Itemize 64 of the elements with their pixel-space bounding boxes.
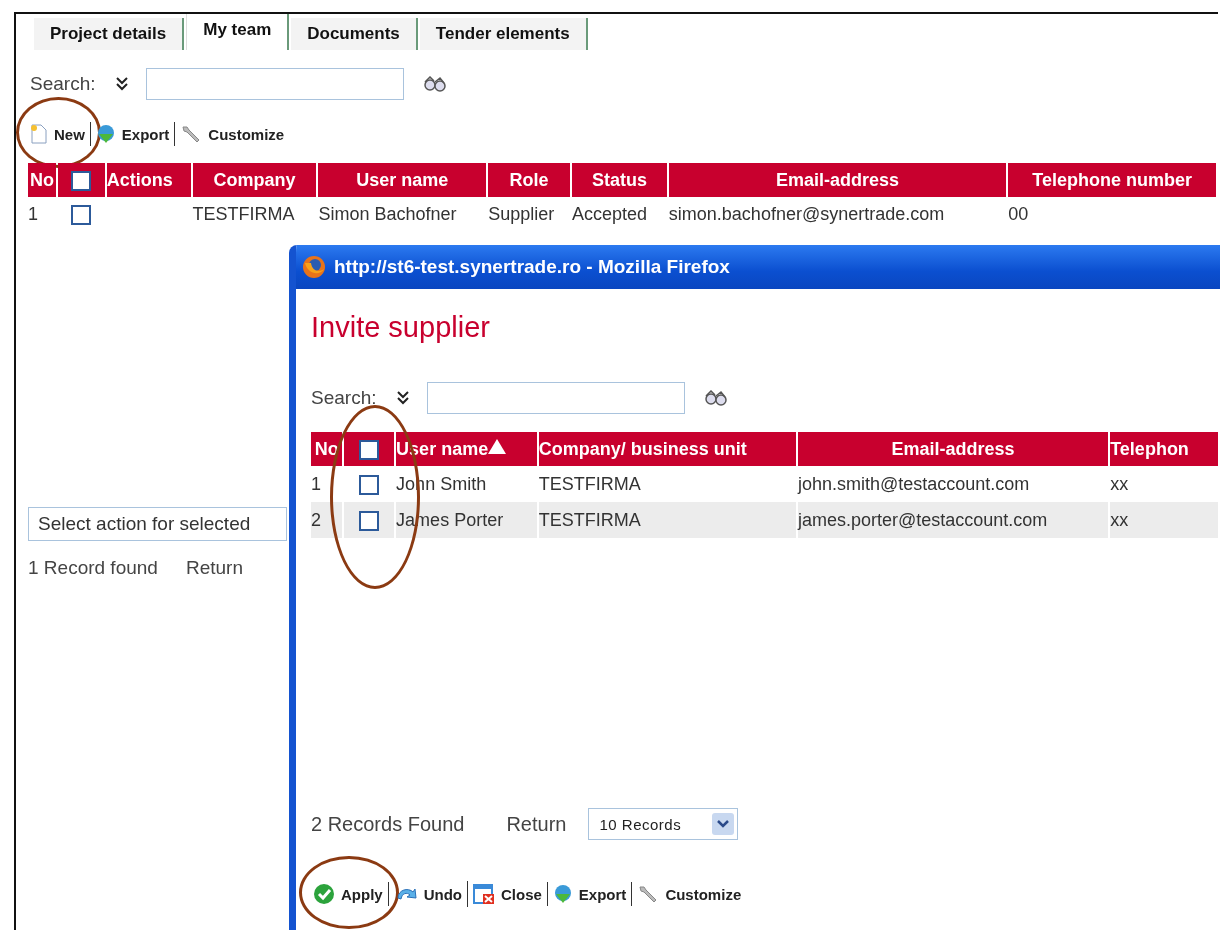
new-button[interactable]: New: [28, 122, 87, 146]
tab[interactable]: Tender elements: [419, 18, 588, 50]
search-label: Search:: [30, 73, 97, 95]
column-header[interactable]: Email-address: [797, 432, 1109, 466]
tab[interactable]: Documents: [291, 18, 418, 50]
binoculars-icon: [422, 76, 448, 92]
select-all-checkbox[interactable]: [359, 439, 380, 460]
column-header[interactable]: Company/ business unit: [538, 432, 796, 466]
tab[interactable]: Project details: [34, 18, 185, 50]
binoculars-icon: [703, 390, 729, 406]
window-title: http://st6-test.synertrade.ro - Mozilla Firefox: [334, 256, 730, 278]
check-icon: [313, 883, 335, 905]
export-button[interactable]: Export: [550, 882, 629, 906]
action-select[interactable]: Select action for selected: [28, 507, 287, 541]
table-cell: 00: [1008, 203, 1029, 224]
page-size-select[interactable]: 10 Records: [588, 808, 739, 840]
customize-button[interactable]: Customize: [635, 882, 744, 906]
search-field[interactable]: [146, 68, 404, 100]
browser-logo-icon: [302, 255, 326, 279]
column-header[interactable]: User name: [318, 163, 487, 197]
column-header[interactable]: Status: [572, 163, 667, 197]
column-header[interactable]: Actions: [106, 163, 191, 197]
expand-chevron-icon[interactable]: [116, 77, 128, 91]
window-close-icon: [473, 883, 495, 905]
column-header[interactable]: No: [311, 432, 343, 466]
table-cell: james.porter@testaccount.com: [797, 509, 1048, 530]
row-checkbox[interactable]: [359, 474, 380, 495]
search-label: Search:: [311, 387, 378, 409]
table-cell: Accepted: [572, 203, 648, 224]
new-document-icon: [30, 124, 48, 144]
undo-button[interactable]: Undo: [391, 882, 464, 906]
table-cell: Simon Bachofner: [318, 203, 457, 224]
select-all-checkbox[interactable]: [71, 170, 92, 191]
tab[interactable]: My team: [186, 14, 290, 50]
apply-button[interactable]: Apply: [311, 881, 385, 907]
export-button[interactable]: Export: [93, 122, 172, 146]
column-header[interactable]: Email-address: [668, 163, 1007, 197]
search-field[interactable]: [427, 382, 685, 414]
records-count: 1 Record found: [28, 557, 158, 579]
return-label: Return: [185, 557, 243, 579]
table-cell: TESTFIRMA: [192, 203, 295, 224]
table-cell: 1: [28, 203, 38, 224]
table-cell: john.smith@testaccount.com: [797, 473, 1030, 494]
column-header[interactable]: Company: [192, 163, 317, 197]
close-button[interactable]: Close: [471, 881, 544, 907]
table-cell: TESTFIRMA: [538, 473, 641, 494]
table-cell: 2: [311, 509, 321, 530]
column-header[interactable]: Role: [488, 163, 570, 197]
records-count: 2 Records Found: [311, 812, 465, 836]
return-label: Return: [506, 812, 567, 836]
table-cell: 1: [311, 473, 321, 494]
row-checkbox[interactable]: [71, 204, 92, 225]
table-cell: simon.bachofner@synertrade.com: [668, 203, 945, 224]
table-cell: TESTFIRMA: [538, 509, 641, 530]
column-header[interactable]: Telephone number: [1008, 163, 1216, 197]
customize-button[interactable]: Customize: [178, 122, 287, 146]
column-header[interactable]: No: [28, 163, 56, 197]
column-header[interactable]: Telephon: [1110, 432, 1218, 466]
row-checkbox[interactable]: [359, 510, 380, 531]
expand-chevron-icon[interactable]: [397, 391, 409, 405]
table-cell: xx: [1110, 473, 1129, 494]
table-cell: Supplier: [488, 203, 555, 224]
table-cell: xx: [1110, 509, 1129, 530]
dialog-heading: Invite supplier: [311, 311, 491, 344]
